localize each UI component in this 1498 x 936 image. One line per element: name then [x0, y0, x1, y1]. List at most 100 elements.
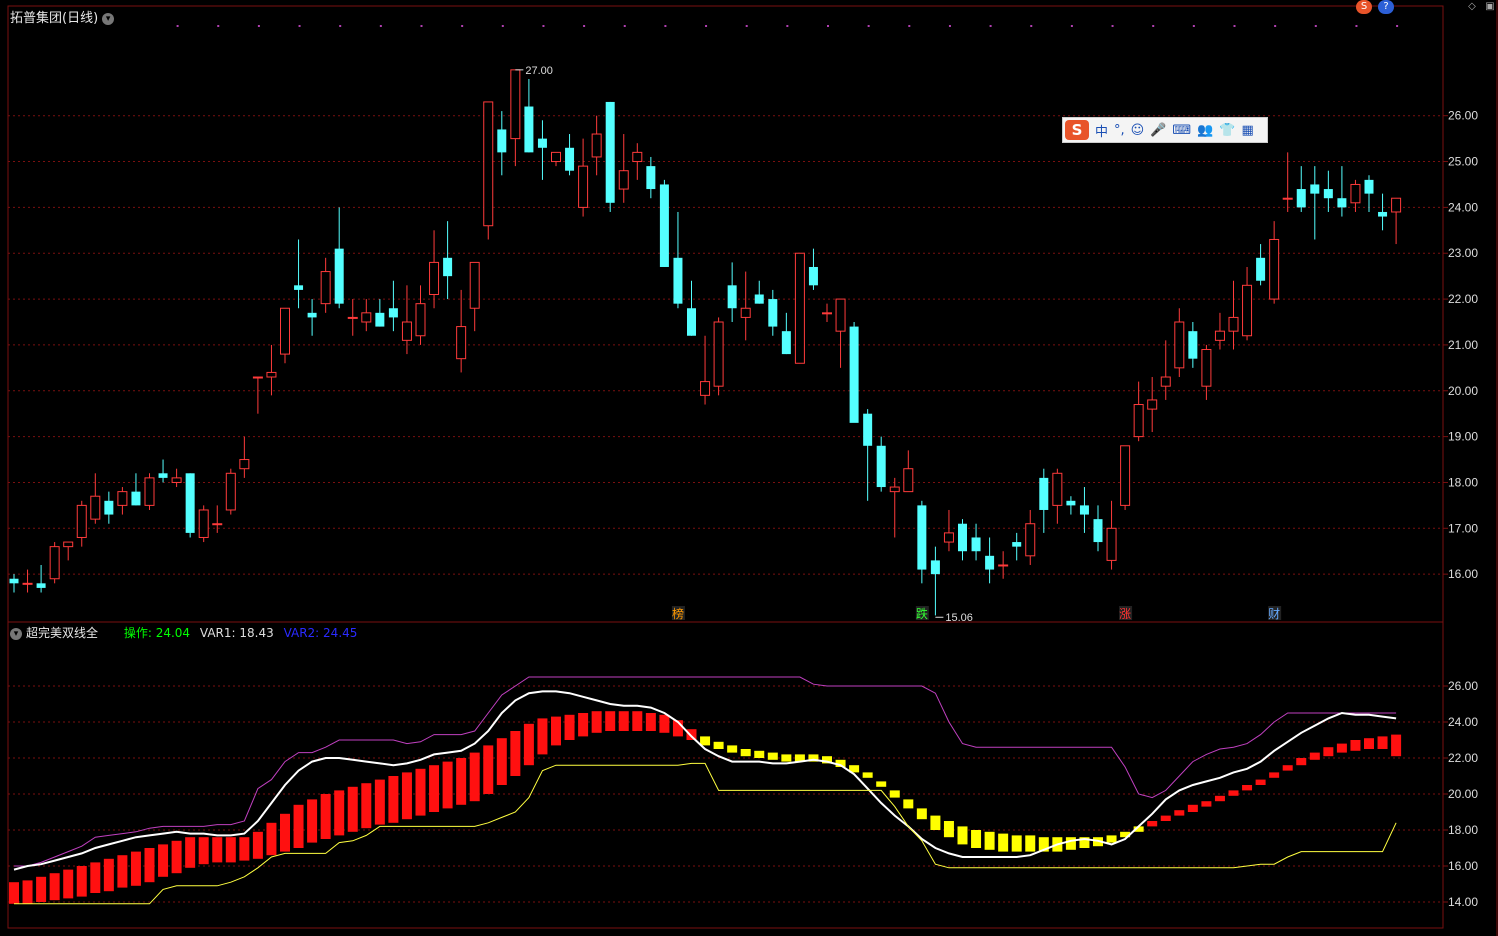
diamond-icon[interactable]: ◇	[1464, 0, 1480, 14]
restore-icon[interactable]: ▣	[1482, 0, 1498, 14]
mic-icon[interactable]: 🎤	[1150, 123, 1166, 138]
top-dot-marker	[1070, 25, 1073, 27]
candle-body-up	[1025, 523, 1036, 557]
candle-body-down	[849, 326, 859, 423]
price-tick-label: 17.00	[1448, 521, 1478, 535]
indicator-bar	[862, 772, 873, 778]
indicator-bar	[1147, 821, 1158, 827]
candle-body-down	[727, 285, 737, 309]
candle-body-up	[835, 298, 846, 332]
candle-body-up	[401, 321, 412, 341]
candle-body-up	[1052, 472, 1063, 506]
indicator-tick-label: 14.00	[1448, 895, 1478, 909]
top-dot-marker	[989, 25, 992, 27]
candle-body-up	[1201, 349, 1212, 387]
candle-body-down	[781, 331, 791, 355]
candle-body-up	[1228, 316, 1239, 332]
candle-body-down	[754, 294, 764, 304]
indicator-bar	[781, 754, 792, 762]
candle-body-up	[361, 312, 372, 323]
indicator-bar	[876, 781, 887, 787]
emoji-icon[interactable]: ☺	[1131, 123, 1145, 138]
chevron-down-icon[interactable]: ▾	[102, 12, 115, 25]
candle-body-up	[415, 303, 426, 337]
candle-body-up	[212, 523, 223, 526]
grid-icon[interactable]: ▦	[1242, 123, 1254, 138]
candle-body-down	[1012, 542, 1022, 547]
indicator-bar	[618, 711, 629, 731]
top-dot-marker	[908, 25, 911, 27]
top-dot-marker	[461, 25, 464, 27]
indicator-bar	[1350, 740, 1361, 751]
candle-body-up	[320, 271, 331, 305]
indicator-bar	[1025, 835, 1036, 852]
indicator-bar	[130, 851, 141, 886]
candle-body-up	[713, 321, 724, 387]
help-icon[interactable]: ?	[1378, 0, 1394, 14]
candle-body-down	[605, 101, 615, 203]
candle-body-up	[551, 151, 561, 163]
indicator-bar	[361, 783, 372, 829]
indicator-bar	[713, 741, 724, 749]
candle-body-down	[646, 166, 656, 190]
candle-body-down	[1079, 505, 1089, 515]
candle-body-down	[36, 583, 46, 588]
candle-body-up	[1106, 527, 1117, 561]
annotation-label: 15.06	[945, 612, 973, 624]
indicator-bar	[632, 711, 643, 731]
indicator-bar	[930, 815, 941, 830]
candle-body-up	[510, 69, 521, 140]
price-tick-label: 23.00	[1448, 246, 1478, 260]
candle-body-up	[239, 459, 250, 470]
indicator-bar	[1336, 743, 1347, 753]
indicator-bar	[984, 831, 995, 850]
indicator-bar	[252, 831, 263, 859]
indicator-bar	[740, 749, 751, 757]
candle-body-down	[158, 473, 168, 478]
indicator-bar	[1282, 765, 1293, 771]
sogou-tray-icon[interactable]: S	[1356, 0, 1372, 14]
skin-icon[interactable]: 👕	[1219, 123, 1235, 138]
candle-body-up	[889, 486, 900, 493]
indicator-bar	[889, 790, 900, 798]
candle-body-down	[185, 473, 195, 533]
price-tick-label: 18.00	[1448, 475, 1478, 489]
candle-body-down	[863, 413, 873, 446]
candle-body-up	[1214, 330, 1225, 341]
candle-body-down	[971, 537, 981, 552]
candle-body-up	[1147, 399, 1158, 410]
candle-body-down	[443, 257, 453, 277]
top-dot-marker	[420, 25, 423, 27]
sogou-logo-icon[interactable]: S	[1065, 120, 1089, 140]
candle-body-up	[76, 504, 87, 538]
top-dot-marker	[542, 25, 545, 27]
ime-toolbar[interactable]: S 中 °, ☺ 🎤 ⌨ 👥 👕 ▦	[1062, 117, 1268, 143]
candle-body-up	[1391, 197, 1402, 213]
chevron-down-icon[interactable]: ▾	[10, 627, 22, 640]
user-icon[interactable]: 👥	[1197, 123, 1213, 138]
indicator-bar	[280, 813, 290, 852]
top-dot-marker	[583, 25, 586, 27]
keyboard-icon[interactable]: ⌨	[1172, 123, 1191, 138]
indicator-bar	[957, 826, 968, 845]
event-marker-label: 跌	[916, 606, 928, 621]
price-tick-label: 26.00	[1448, 109, 1478, 123]
indicator-bar	[1255, 779, 1266, 785]
indicator-name: 超完美双线全	[26, 626, 99, 640]
top-dot-marker	[1111, 25, 1114, 27]
candle-body-down	[375, 312, 385, 327]
ime-punct[interactable]: °,	[1114, 123, 1125, 138]
indicator-bar	[523, 723, 534, 766]
top-dot-marker	[786, 25, 789, 27]
candle-body-up	[1350, 183, 1361, 204]
candle-body-up	[429, 261, 440, 295]
top-dot-marker	[705, 25, 708, 27]
indicator-bar	[943, 821, 954, 838]
candle-body-down	[524, 106, 534, 153]
candle-body-up	[280, 307, 290, 355]
candle-body-up	[456, 326, 467, 360]
indicator-bar	[22, 880, 33, 904]
ime-mode[interactable]: 中	[1095, 121, 1108, 140]
candle-body-up	[483, 101, 494, 227]
indicator-bar	[401, 772, 412, 820]
